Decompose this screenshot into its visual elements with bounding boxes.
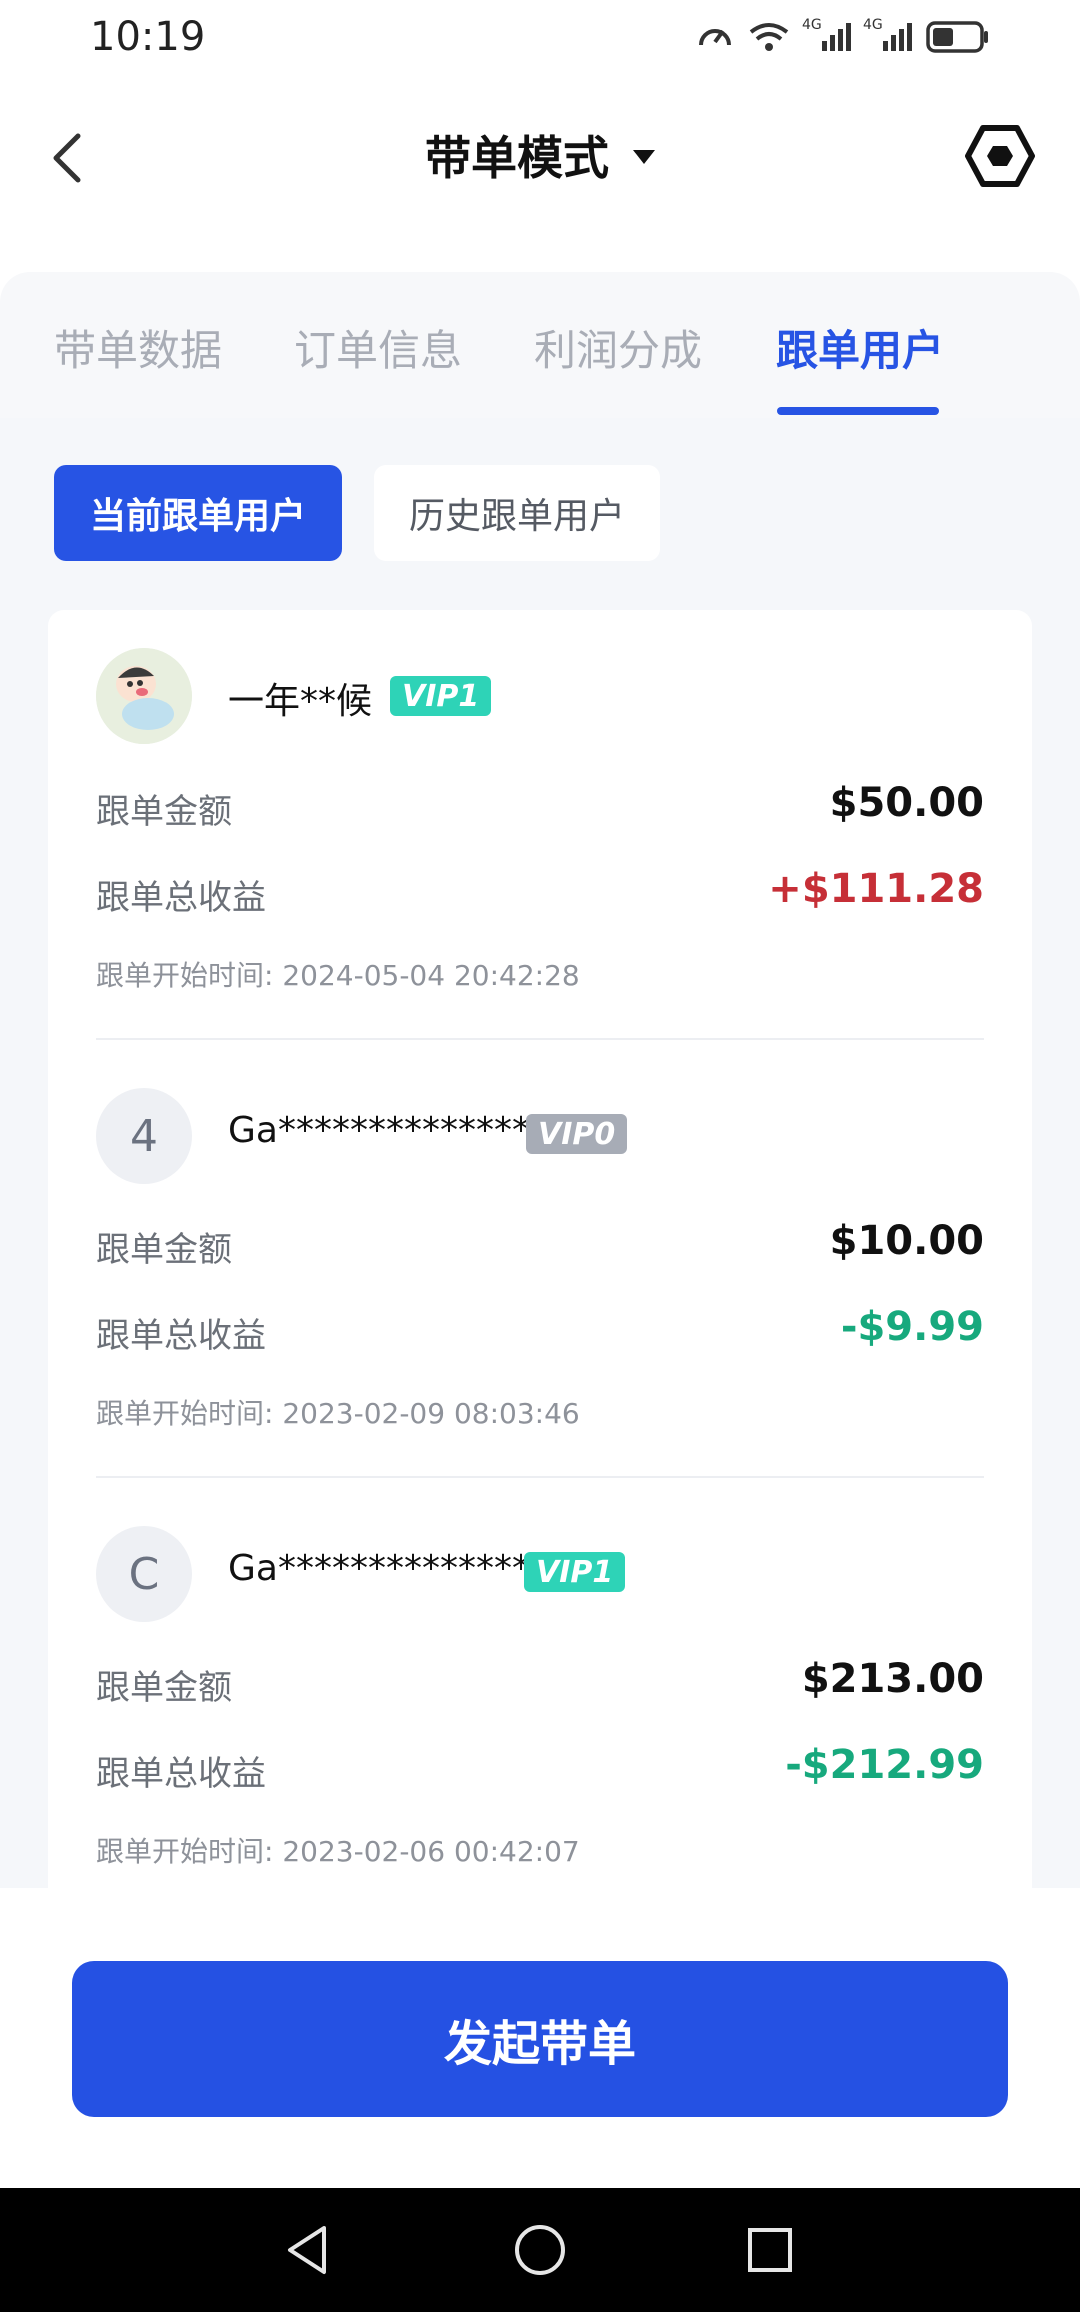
username: 一年**候 [228,681,373,722]
profit-label: 跟单总收益 [96,1316,266,1356]
profit-value: -$9.99 [840,1304,984,1350]
avatar: 4 [96,1088,192,1184]
follower-list: 一年**候 VIP1 跟单金额 $50.00 跟单总收益 +$111.28 跟单… [48,610,1032,1888]
start-time: 跟单开始时间: 2023-02-09 08:03:46 [96,1397,580,1430]
follower-item[interactable]: 4 Ga**************4 VIP0 跟单金额 $10.00 跟单总… [48,1048,1032,1486]
status-icons: 4G 4G [696,17,990,56]
status-time: 10:19 [90,14,206,60]
nav-back-button[interactable] [276,2218,340,2282]
vip-badge: VIP0 [526,1114,628,1154]
recents-square-icon [748,2228,792,2272]
signal-4g-icon: 4G [802,17,851,51]
tab-order-info[interactable]: 订单信息 [294,317,462,378]
tab-trading-data[interactable]: 带单数据 [54,317,222,378]
vip-badge: VIP1 [390,676,492,716]
battery-icon [926,21,988,53]
follower-item[interactable]: 一年**候 VIP1 跟单金额 $50.00 跟单总收益 +$111.28 跟单… [48,610,1032,1048]
network-label: 4G [802,17,822,33]
page-title: 带单模式 [425,131,609,185]
amount-label: 跟单金额 [96,792,232,832]
status-bar: 10:19 4G 4G [0,0,1080,80]
avatar: C [96,1526,192,1622]
hexagon-settings-icon [965,125,1035,187]
amount-value: $50.00 [829,780,984,826]
mode-selector[interactable]: 带单模式 [0,122,1080,188]
history-followers-button[interactable]: 历史跟单用户 [374,465,660,561]
nav-home-button[interactable] [508,2218,572,2282]
amount-label: 跟单金额 [96,1668,232,1708]
divider [96,1476,984,1478]
home-circle-icon [515,2225,565,2275]
username: Ga**************c [228,1548,550,1589]
signal-4g-icon: 4G [863,17,912,51]
settings-button[interactable] [960,116,1040,196]
caret-down-icon [633,150,655,164]
active-tab-indicator [777,407,939,415]
vip-badge: VIP1 [524,1552,626,1592]
amount-value: $213.00 [801,1656,984,1702]
nav-recents-button[interactable] [738,2218,802,2282]
current-followers-button[interactable]: 当前跟单用户 [54,465,342,561]
amount-label: 跟单金额 [96,1230,232,1270]
start-time: 跟单开始时间: 2024-05-04 20:42:28 [96,959,580,992]
cartoon-avatar-icon [96,648,192,744]
system-nav-bar [0,2188,1080,2312]
tab-bar: 带单数据 订单信息 利润分成 跟单用户 [0,272,1080,418]
profit-value: -$212.99 [785,1742,984,1788]
profit-label: 跟单总收益 [96,1754,266,1794]
start-copy-trading-button[interactable]: 发起带单 [72,1961,1008,2117]
network-label: 4G [863,17,883,33]
speedometer-icon [699,29,731,46]
profit-label: 跟单总收益 [96,878,266,918]
username: Ga**************4 [228,1110,553,1151]
avatar [96,648,192,744]
tab-followers[interactable]: 跟单用户 [776,317,944,378]
profit-value: +$111.28 [768,866,984,912]
start-time: 跟单开始时间: 2023-02-06 00:42:07 [96,1835,580,1868]
back-triangle-icon [288,2226,326,2274]
follower-item[interactable]: C Ga**************c VIP1 跟单金额 $213.00 跟单… [48,1486,1032,1888]
divider [96,1038,984,1040]
tab-profit-share[interactable]: 利润分成 [534,317,702,378]
app-header: 带单模式 [0,100,1080,210]
wifi-icon [749,23,789,51]
amount-value: $10.00 [829,1218,984,1264]
